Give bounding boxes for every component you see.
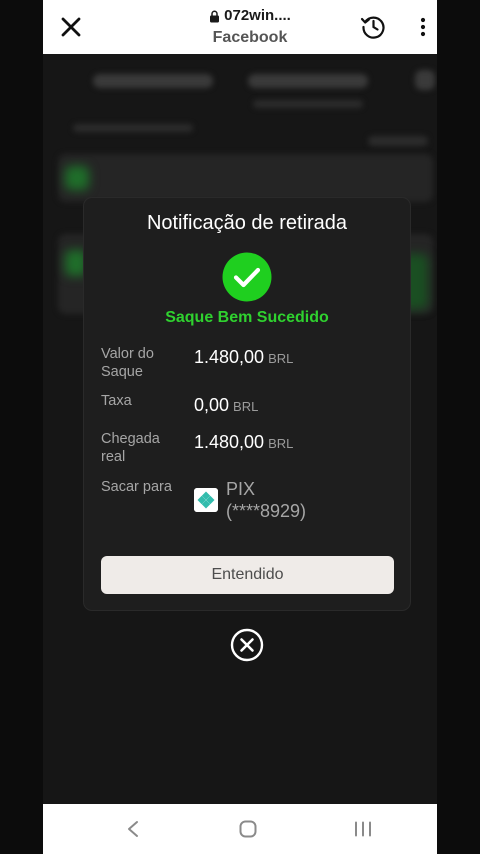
actual-arrival-label: Chegada real (101, 431, 160, 465)
withdraw-to-label: Sacar para (101, 479, 172, 495)
pix-account: (****8929) (226, 501, 307, 521)
modal-title: Notificação de retirada (146, 212, 348, 234)
withdrawal-notification-modal: Notificação de retirada Saque Bem Sucedi… (84, 198, 410, 610)
bg-tab (93, 74, 213, 88)
back-icon[interactable] (125, 819, 141, 839)
site-name: Facebook (212, 29, 288, 46)
fee-label: Taxa (101, 393, 132, 409)
pix-icon (194, 488, 218, 512)
actual-arrival-unit: BRL (268, 436, 294, 451)
withdraw-amount-value: 1.480,00 BRL (194, 346, 293, 370)
history-icon[interactable] (359, 12, 387, 40)
actual-arrival-value: 1.480,00 BRL (194, 431, 293, 455)
url-line: 072win.... (153, 6, 347, 26)
status-text: Saque Bem Sucedido (165, 309, 329, 326)
understood-button[interactable]: Entendido (101, 556, 394, 594)
bg-tab (248, 74, 368, 88)
pix-destination: PIX (****8929) (226, 478, 306, 522)
fee-unit: BRL (233, 399, 259, 414)
bg-tab (368, 136, 428, 146)
recent-apps-icon[interactable] (353, 821, 373, 837)
bg-tab (253, 100, 363, 108)
url-text: 072win.... (224, 7, 291, 24)
close-circle-icon[interactable] (230, 628, 264, 662)
lock-icon (210, 10, 220, 22)
phone-screen: 072win.... Facebook Notificação de retir… (43, 0, 437, 854)
bg-tab (73, 124, 193, 132)
android-nav-bar (43, 804, 437, 854)
withdraw-amount-label: Valor do Saque (101, 346, 154, 380)
withdraw-amount-unit: BRL (268, 351, 294, 366)
close-icon[interactable] (57, 13, 85, 41)
bg-tab (415, 70, 435, 90)
bg-green (65, 166, 89, 190)
withdraw-amount-number: 1.480,00 (194, 347, 265, 367)
actual-arrival-number: 1.480,00 (194, 432, 265, 452)
check-circle-icon (222, 252, 272, 302)
fee-number: 0,00 (194, 395, 230, 415)
more-vert-icon[interactable] (413, 16, 433, 38)
fee-value: 0,00 BRL (194, 394, 258, 418)
browser-toolbar: 072win.... Facebook (43, 0, 437, 54)
bg-row (58, 154, 433, 202)
pix-method: PIX (226, 479, 256, 499)
home-icon[interactable] (239, 820, 257, 838)
url-box[interactable]: 072win.... Facebook (153, 6, 347, 49)
